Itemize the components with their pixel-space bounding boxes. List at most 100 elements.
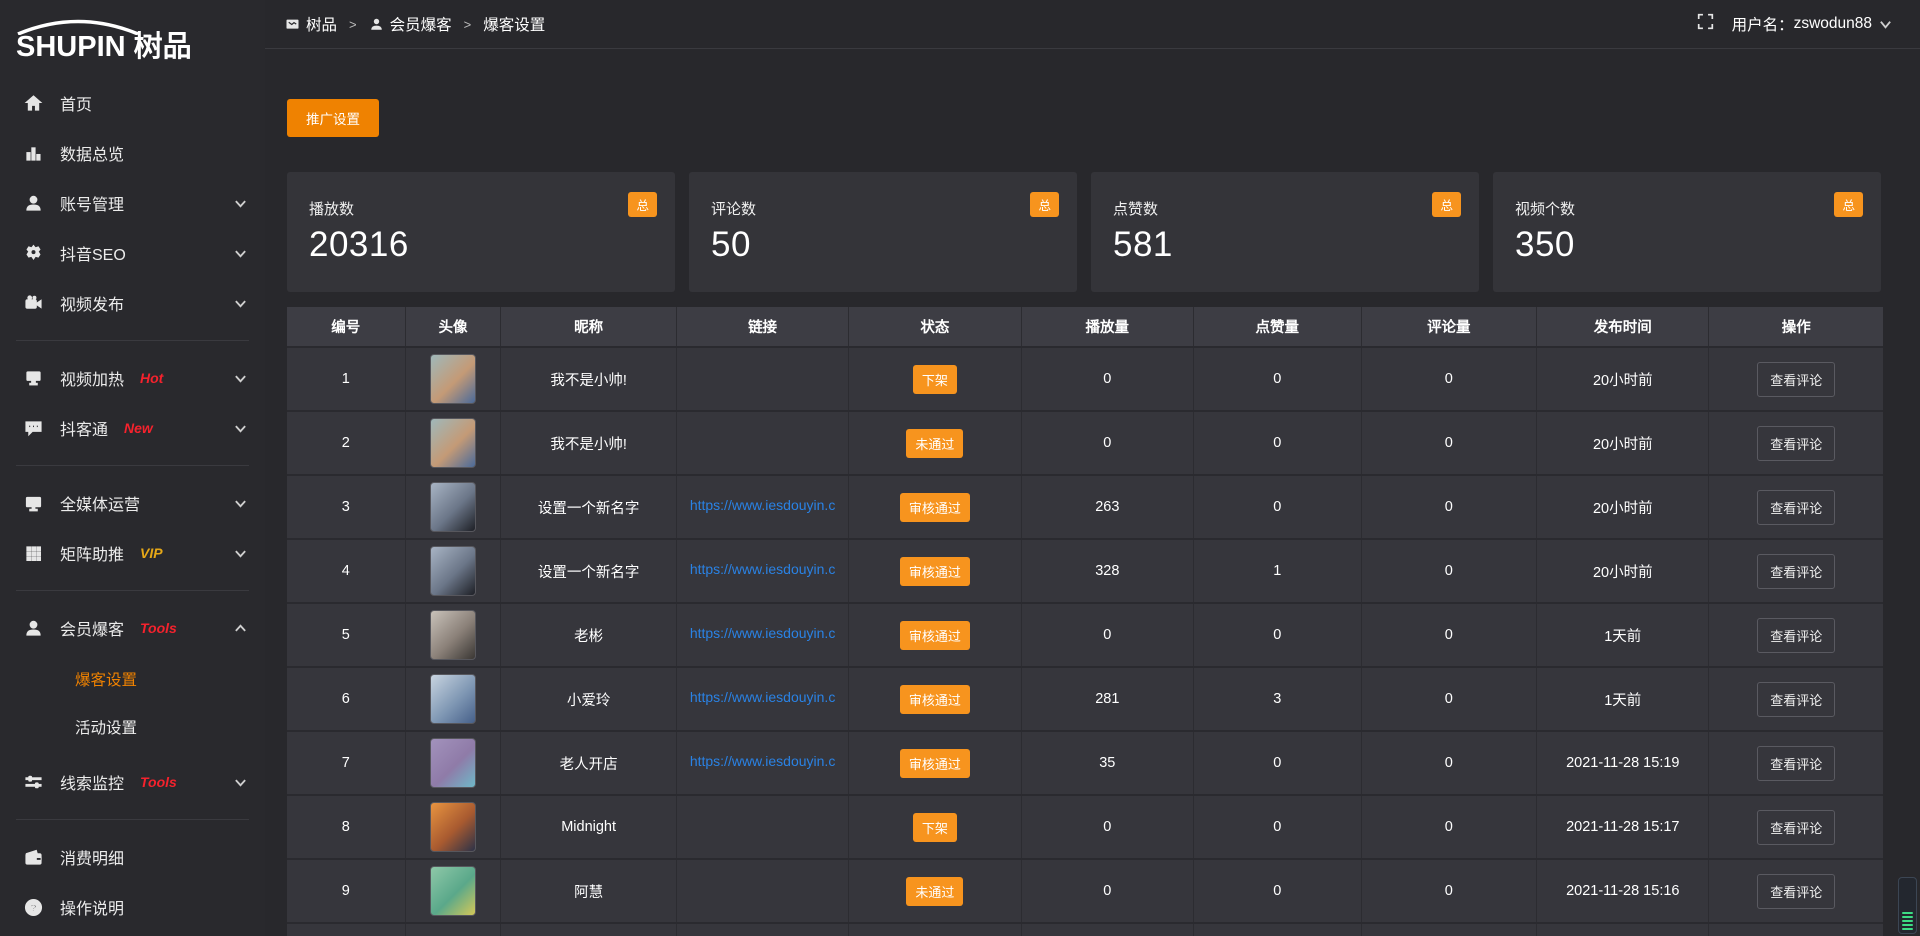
monitor-icon — [22, 492, 44, 514]
video-link[interactable]: https://www.iesdouyin.c — [690, 753, 836, 769]
stat-label: 点赞数 — [1113, 198, 1459, 219]
cell-action: 查看评论 — [1709, 731, 1883, 795]
sidebar-item-抖客通[interactable]: 抖客通New — [0, 403, 265, 453]
cell-likes: 0 — [1193, 795, 1361, 859]
cell-link — [676, 923, 848, 936]
sidebar-item-视频加热[interactable]: 视频加热Hot — [0, 353, 265, 403]
cell-nickname: 设置一个新名字 — [501, 539, 677, 603]
cell-status — [849, 923, 1021, 936]
breadcrumb-label: 树品 — [306, 13, 337, 35]
avatar — [430, 866, 476, 916]
promo-settings-button[interactable]: 推广设置 — [287, 99, 379, 137]
cell-comments: 0 — [1361, 347, 1537, 411]
cell-plays: 0 — [1021, 795, 1193, 859]
stat-value: 20316 — [309, 225, 655, 265]
cell-comments: 0 — [1361, 475, 1537, 539]
avatar — [430, 418, 476, 468]
cell-comments: 0 — [1361, 731, 1537, 795]
heat-icon — [22, 367, 44, 389]
page: SHUPIN 树品 首页数据总览账号管理抖音SEO视频发布视频加热Hot抖客通N… — [0, 0, 1920, 936]
video-link[interactable]: https://www.iesdouyin.c — [690, 497, 836, 513]
breadcrumb: 树品>会员爆客>爆客设置 — [285, 13, 545, 35]
sidebar-item-首页[interactable]: 首页 — [0, 78, 265, 128]
cell-no: 5 — [287, 603, 405, 667]
status-badge: 审核通过 — [900, 493, 970, 522]
table-body: 1我不是小帅!下架00020小时前查看评论2我不是小帅!未通过00020小时前查… — [287, 347, 1883, 936]
view-comments-button[interactable]: 查看评论 — [1757, 426, 1835, 461]
sidebar-item-操作说明[interactable]: ? 操作说明 — [0, 882, 265, 932]
sidebar-item-线索监控[interactable]: 线索监控Tools — [0, 757, 265, 807]
status-badge: 审核通过 — [900, 749, 970, 778]
video-link[interactable]: https://www.iesdouyin.c — [690, 625, 836, 641]
cell-nickname — [501, 923, 677, 936]
main-content: 推广设置 播放数20316总评论数50总点赞数581总视频个数350总 编号头像… — [265, 49, 1920, 936]
breadcrumb-label: 爆客设置 — [483, 13, 545, 35]
sidebar-subitem-爆客设置[interactable]: 爆客设置 — [0, 655, 265, 703]
svg-text:?: ? — [30, 903, 36, 914]
view-comments-button[interactable]: 查看评论 — [1757, 362, 1835, 397]
chevron-up-icon — [234, 622, 247, 635]
sidebar-item-全媒体运营[interactable]: 全媒体运营 — [0, 478, 265, 528]
app-logo: SHUPIN 树品 — [0, 0, 265, 62]
cell-likes: 0 — [1193, 475, 1361, 539]
view-comments-button[interactable]: 查看评论 — [1757, 490, 1835, 525]
view-comments-button[interactable]: 查看评论 — [1757, 746, 1835, 781]
sidebar-item-矩阵助推[interactable]: 矩阵助推VIP — [0, 528, 265, 578]
avatar — [430, 674, 476, 724]
mini-scrollbar-widget[interactable] — [1898, 877, 1917, 934]
stat-card-评论数: 评论数50总 — [689, 172, 1077, 292]
view-comments-button[interactable]: 查看评论 — [1757, 682, 1835, 717]
view-comments-button[interactable]: 查看评论 — [1757, 874, 1835, 909]
sidebar-item-数据总览[interactable]: 数据总览 — [0, 128, 265, 178]
records-table-wrap: 编号头像昵称链接状态播放量点赞量评论量发布时间操作 1我不是小帅!下架00020… — [287, 307, 1883, 936]
sidebar-item-消费明细[interactable]: 消费明细 — [0, 832, 265, 882]
wallet-icon — [22, 846, 44, 868]
grid-icon — [22, 542, 44, 564]
cell-avatar — [405, 603, 501, 667]
chevron-down-icon — [1879, 18, 1892, 31]
status-badge: 下架 — [913, 813, 957, 842]
cell-plays — [1021, 923, 1193, 936]
sidebar-menu: 首页数据总览账号管理抖音SEO视频发布视频加热Hot抖客通New全媒体运营矩阵助… — [0, 62, 265, 932]
sidebar-item-会员爆客[interactable]: 会员爆客Tools — [0, 603, 265, 653]
cell-action: 查看评论 — [1709, 347, 1883, 411]
cell-nickname: 我不是小帅! — [501, 347, 677, 411]
user-menu[interactable]: 用户名： zswodun88 — [1732, 13, 1892, 35]
cell-nickname: 阿慧 — [501, 859, 677, 923]
status-badge: 审核通过 — [900, 621, 970, 650]
sidebar-item-label: 消费明细 — [60, 845, 124, 869]
video-link[interactable]: https://www.iesdouyin.c — [690, 561, 836, 577]
breadcrumb-item-树品[interactable]: 树品 — [285, 13, 337, 35]
cell-time: 2021-11-28 15:16 — [1537, 859, 1709, 923]
view-comments-button[interactable]: 查看评论 — [1757, 618, 1835, 653]
sidebar-item-label: 矩阵助推 — [60, 541, 124, 565]
table-header-row: 编号头像昵称链接状态播放量点赞量评论量发布时间操作 — [287, 307, 1883, 347]
video-link[interactable]: https://www.iesdouyin.c — [690, 689, 836, 705]
chevron-down-icon — [234, 422, 247, 435]
sidebar-item-label: 操作说明 — [60, 895, 124, 919]
cell-link: https://www.iesdouyin.c — [676, 475, 848, 539]
col-header-链接: 链接 — [676, 307, 848, 347]
cell-avatar — [405, 859, 501, 923]
breadcrumb-item-会员爆客[interactable]: 会员爆客 — [369, 13, 452, 35]
chevron-down-icon — [234, 197, 247, 210]
col-header-昵称: 昵称 — [501, 307, 677, 347]
fullscreen-icon[interactable] — [1697, 13, 1714, 35]
cell-likes: 0 — [1193, 411, 1361, 475]
col-header-发布时间: 发布时间 — [1537, 307, 1709, 347]
sidebar-item-label: 数据总览 — [60, 141, 124, 165]
cell-no: 7 — [287, 731, 405, 795]
stat-card-点赞数: 点赞数581总 — [1091, 172, 1479, 292]
sidebar-item-视频发布[interactable]: 视频发布 — [0, 278, 265, 328]
sidebar-subitem-活动设置[interactable]: 活动设置 — [0, 703, 265, 751]
view-comments-button[interactable]: 查看评论 — [1757, 554, 1835, 589]
cell-nickname: Midnight — [501, 795, 677, 859]
cell-avatar — [405, 347, 501, 411]
breadcrumb-separator: > — [349, 17, 357, 32]
cell-comments: 0 — [1361, 539, 1537, 603]
cell-action: 查看评论 — [1709, 475, 1883, 539]
sidebar-item-抖音SEO[interactable]: 抖音SEO — [0, 228, 265, 278]
view-comments-button[interactable]: 查看评论 — [1757, 810, 1835, 845]
cell-plays: 281 — [1021, 667, 1193, 731]
sidebar-item-账号管理[interactable]: 账号管理 — [0, 178, 265, 228]
